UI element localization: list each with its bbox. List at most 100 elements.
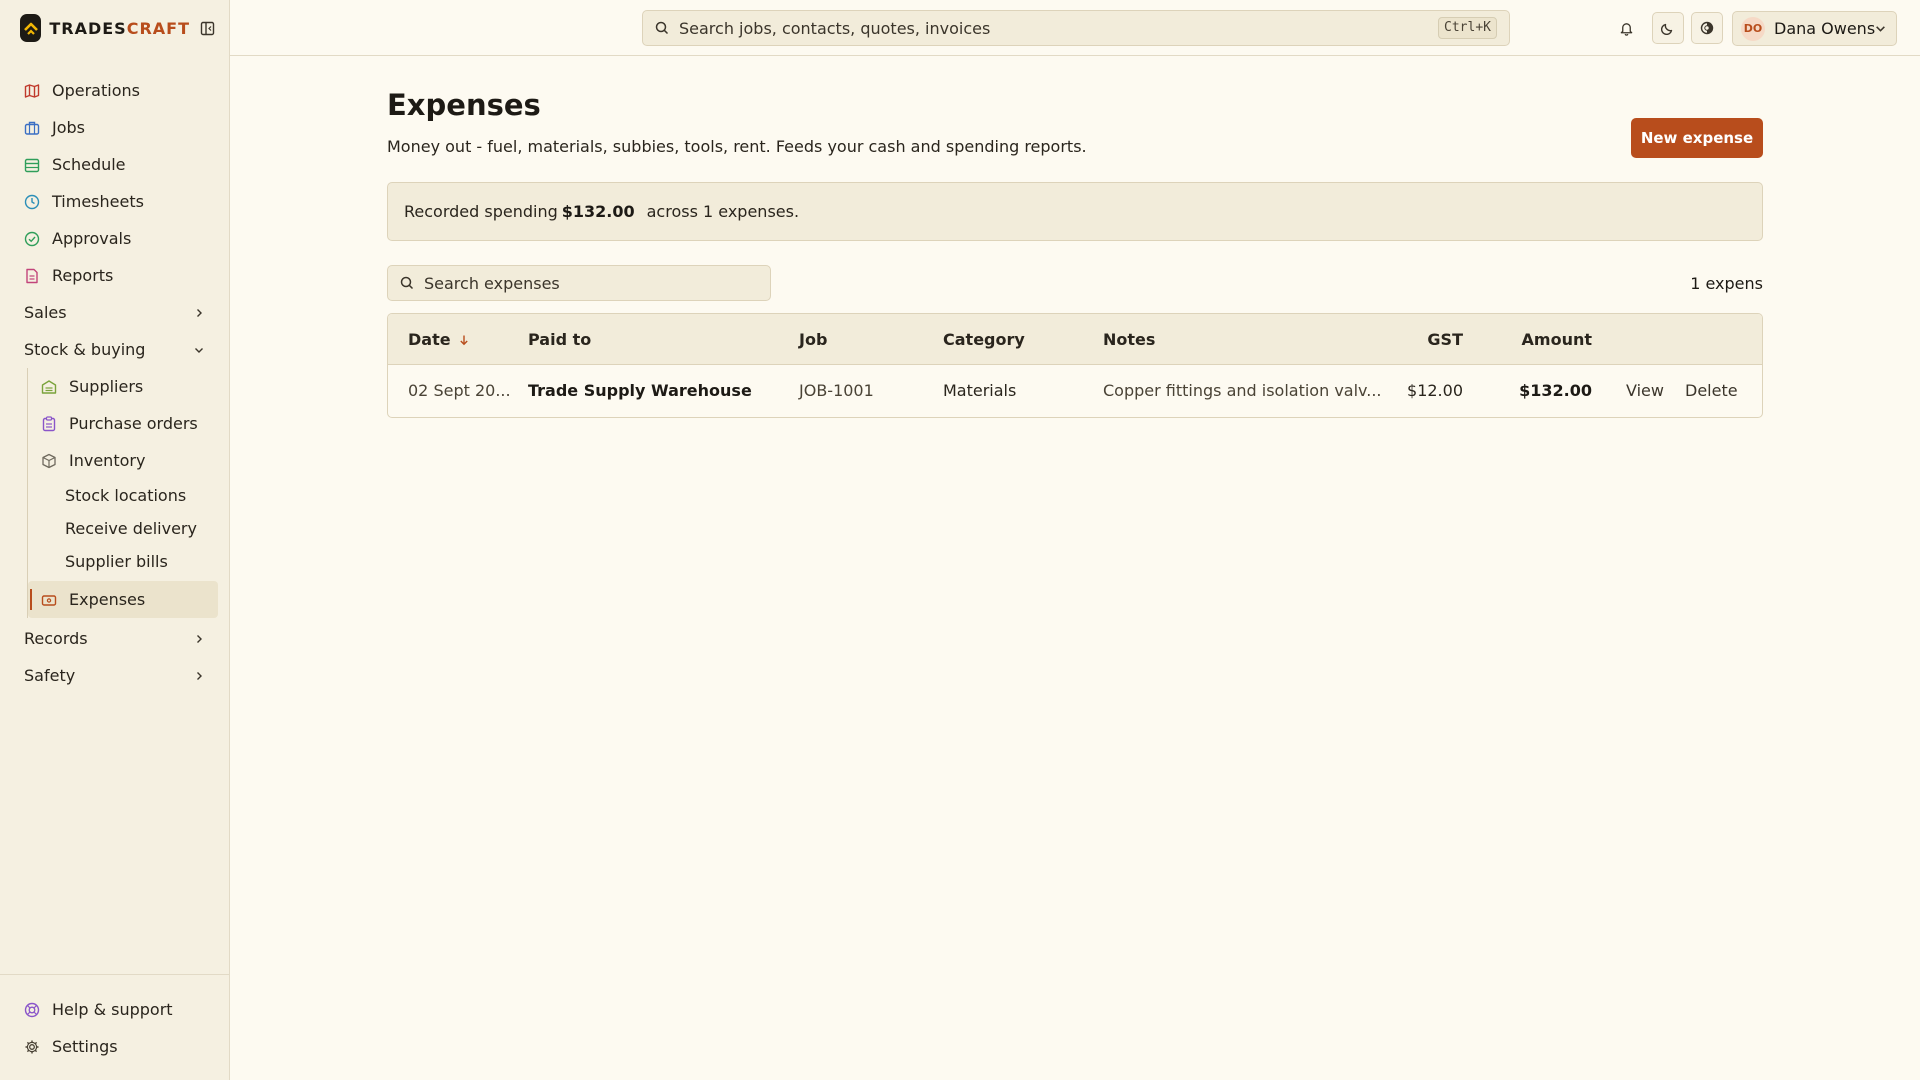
global-search-input[interactable]: Search jobs, contacts, quotes, invoices … (642, 10, 1510, 46)
sidebar-group-stock-buying[interactable]: Stock & buying (0, 331, 230, 368)
dark-mode-toggle[interactable] (1652, 12, 1684, 44)
sidebar-item-suppliers[interactable]: Suppliers (28, 368, 230, 405)
clipboard-icon (41, 415, 57, 432)
cell-job: JOB-1001 (799, 381, 874, 400)
brand[interactable]: TRADESCRAFT (20, 14, 215, 42)
chevron-right-icon (194, 634, 204, 644)
wallet-icon (41, 592, 57, 608)
search-icon (400, 276, 414, 290)
view-expense-link[interactable]: View (1626, 381, 1664, 400)
cell-category: Materials (943, 381, 1017, 400)
keyboard-shortcut-badge: Ctrl+K (1438, 17, 1497, 39)
brand-name: TRADESCRAFT (49, 18, 190, 38)
expense-search[interactable] (387, 265, 771, 301)
sidebar-item-help-support[interactable]: Help & support (0, 991, 230, 1028)
page-subtitle: Money out - fuel, materials, subbies, to… (387, 137, 1087, 156)
sidebar-item-expenses[interactable]: Expenses (28, 581, 218, 618)
sidebar-item-schedule[interactable]: Schedule (0, 146, 230, 183)
contrast-toggle[interactable] (1691, 12, 1723, 44)
sidebar-item-timesheets[interactable]: Timesheets (0, 183, 230, 220)
sidebar-item-purchase-orders[interactable]: Purchase orders (28, 405, 230, 442)
sidebar-item-approvals[interactable]: Approvals (0, 220, 230, 257)
cell-notes: Copper fittings and isolation valv... (1103, 381, 1382, 400)
sidebar-group-label: Stock & buying (24, 340, 146, 359)
sidebar: TRADESCRAFT Operations Jobs Schedule Tim… (0, 0, 230, 1080)
expense-search-input[interactable] (424, 273, 754, 293)
new-expense-button[interactable]: New expense (1631, 118, 1763, 158)
sidebar-item-label: Help & support (52, 1000, 173, 1019)
user-name: Dana Owens (1774, 19, 1876, 38)
sidebar-group-sales[interactable]: Sales (0, 294, 230, 331)
bell-icon (1619, 21, 1634, 36)
notifications-button[interactable] (1610, 12, 1642, 44)
sidebar-item-label: Inventory (69, 451, 146, 470)
sidebar-nav: Operations Jobs Schedule Timesheets Appr… (0, 72, 230, 694)
sidebar-item-reports[interactable]: Reports (0, 257, 230, 294)
table-header: Date Paid to Job Category Notes GST Amou… (388, 314, 1762, 365)
sidebar-group-records[interactable]: Records (0, 620, 230, 657)
sidebar-item-label: Settings (52, 1037, 118, 1056)
sidebar-group-label: Records (24, 629, 88, 648)
warehouse-icon (41, 379, 57, 395)
column-header-category[interactable]: Category (943, 330, 1025, 349)
summary-suffix: across 1 expenses. (646, 202, 800, 221)
cell-gst: $12.00 (1407, 381, 1463, 400)
sidebar-item-inventory[interactable]: Inventory (28, 442, 230, 479)
global-search-placeholder: Search jobs, contacts, quotes, invoices (679, 18, 991, 38)
cell-date: 02 Sept 20... (408, 381, 511, 400)
sidebar-item-receive-delivery[interactable]: Receive delivery (28, 512, 230, 545)
cell-paid-to: Trade Supply Warehouse (528, 381, 752, 400)
delete-expense-link[interactable]: Delete (1685, 381, 1738, 400)
sidebar-group-label: Sales (24, 303, 67, 322)
sidebar-item-label: Expenses (69, 590, 146, 609)
column-header-paid-to[interactable]: Paid to (528, 330, 591, 349)
box-icon (41, 453, 57, 469)
top-bar: Search jobs, contacts, quotes, invoices … (230, 0, 1920, 56)
briefcase-icon (24, 120, 40, 136)
sidebar-item-label: Timesheets (52, 192, 144, 211)
chevron-down-icon (1875, 23, 1886, 34)
report-icon (24, 268, 40, 284)
column-header-notes[interactable]: Notes (1103, 330, 1155, 349)
gear-icon (24, 1039, 40, 1055)
column-header-date[interactable]: Date (408, 330, 469, 349)
sidebar-item-label: Suppliers (69, 377, 144, 396)
sidebar-footer: Help & support Settings (0, 974, 230, 1065)
sidebar-item-operations[interactable]: Operations (0, 72, 230, 109)
sidebar-item-stock-locations[interactable]: Stock locations (28, 479, 230, 512)
sidebar-item-label: Jobs (52, 118, 85, 137)
sidebar-item-jobs[interactable]: Jobs (0, 109, 230, 146)
sidebar-item-label: Approvals (52, 229, 132, 248)
avatar: DO (1741, 16, 1765, 41)
table-row[interactable]: 02 Sept 20... Trade Supply Warehouse JOB… (388, 365, 1762, 417)
lifebuoy-icon (24, 1002, 40, 1018)
sidebar-item-settings[interactable]: Settings (0, 1028, 230, 1065)
spending-summary: Recorded spending $132.00 across 1 expen… (387, 182, 1763, 241)
sidebar-item-label: Reports (52, 266, 114, 285)
search-icon (655, 21, 669, 35)
sidebar-item-label: Purchase orders (69, 414, 198, 433)
calendar-icon (24, 157, 40, 173)
map-icon (24, 83, 40, 99)
cell-amount: $132.00 (1519, 381, 1592, 400)
page-title: Expenses (387, 88, 541, 122)
moon-icon (1661, 21, 1675, 35)
sidebar-group-safety[interactable]: Safety (0, 657, 230, 694)
summary-prefix: Recorded spending (404, 202, 558, 221)
clock-icon (24, 194, 40, 210)
column-header-job[interactable]: Job (799, 330, 827, 349)
collapse-sidebar-icon[interactable] (200, 19, 215, 37)
expenses-table: Date Paid to Job Category Notes GST Amou… (387, 313, 1763, 418)
stock-buying-submenu: Suppliers Purchase orders Inventory Stoc… (27, 368, 230, 618)
sidebar-item-supplier-bills[interactable]: Supplier bills (28, 545, 230, 578)
column-header-gst[interactable]: GST (1427, 330, 1463, 349)
sidebar-item-label: Operations (52, 81, 140, 100)
chevron-right-icon (194, 671, 204, 681)
sort-descending-icon (459, 334, 469, 346)
tradescraft-logo-icon (20, 14, 42, 42)
expense-count: 1 expens (1690, 274, 1763, 293)
user-menu-button[interactable]: DO Dana Owens (1732, 11, 1897, 46)
column-header-amount[interactable]: Amount (1522, 330, 1592, 349)
summary-amount: $132.00 (561, 202, 635, 221)
chevron-right-icon (194, 308, 204, 318)
